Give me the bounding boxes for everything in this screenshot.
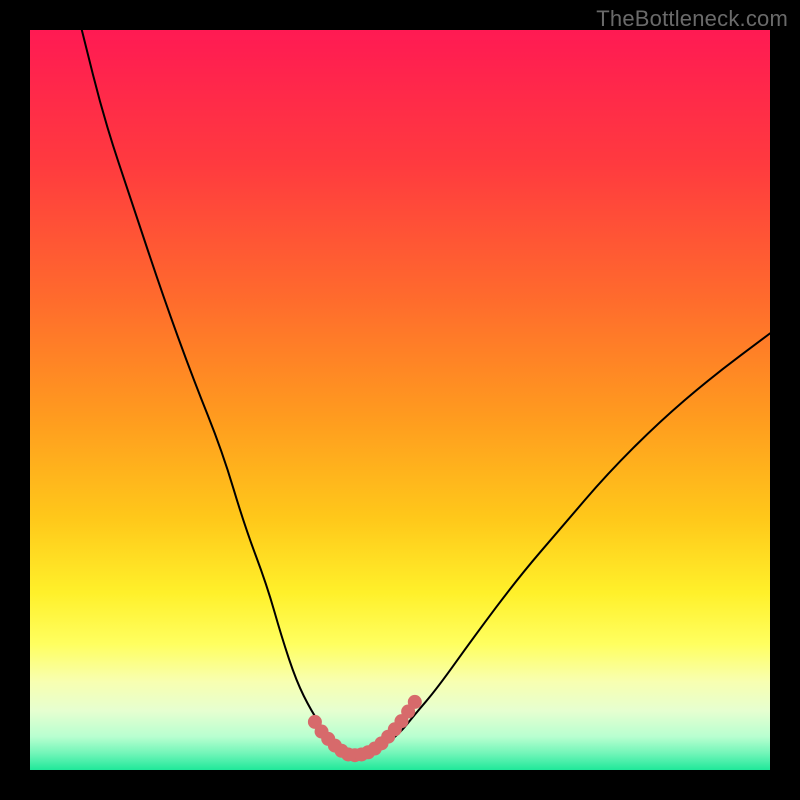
curve-markers [308, 695, 422, 762]
watermark-text: TheBottleneck.com [596, 6, 788, 32]
plot-area [30, 30, 770, 770]
chart-frame: TheBottleneck.com [0, 0, 800, 800]
bottleneck-curve [30, 30, 770, 770]
curve-marker [408, 695, 422, 709]
